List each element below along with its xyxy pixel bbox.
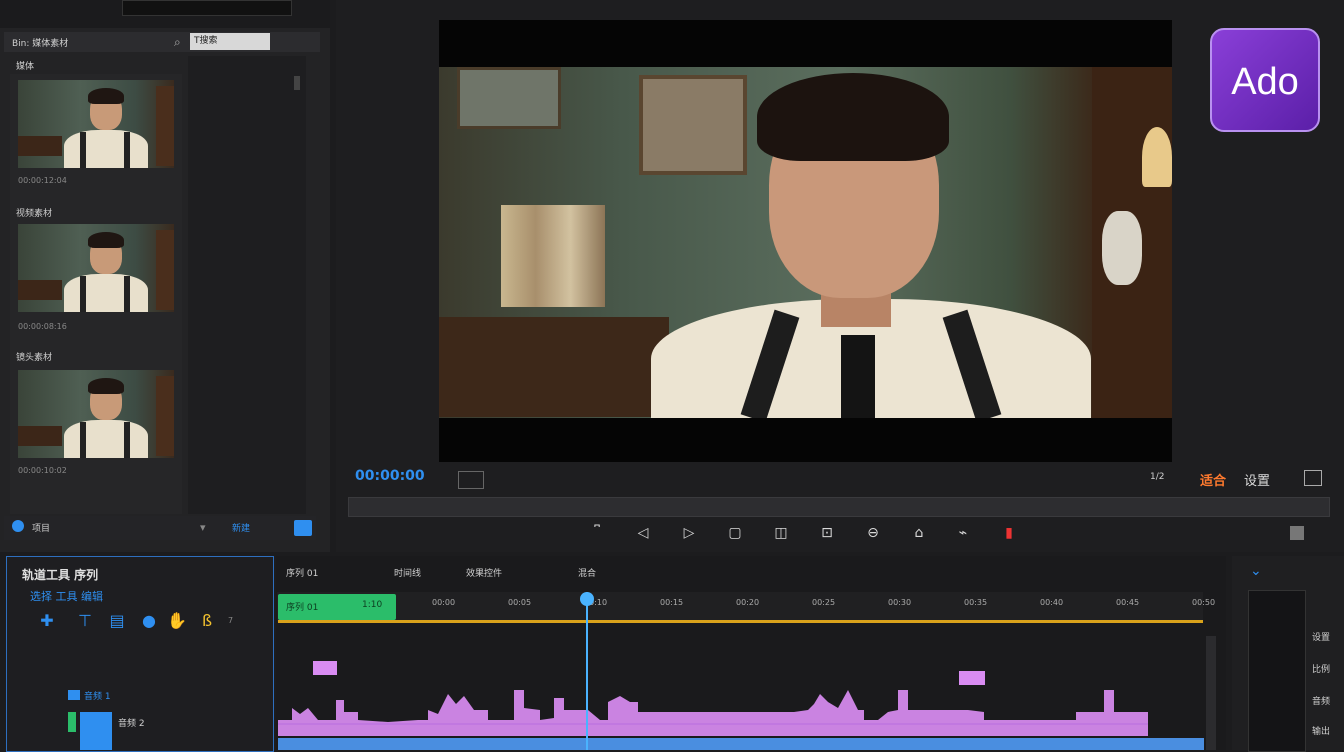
media-thumbnail[interactable]: [18, 370, 174, 458]
right-panel-label: 设置: [1312, 633, 1331, 643]
drop-icon[interactable]: ●: [138, 610, 160, 632]
track-count: 7: [228, 616, 234, 625]
zoom-fit-icon[interactable]: [458, 471, 484, 489]
fit-dropdown[interactable]: 适合: [1200, 470, 1226, 489]
search-icon[interactable]: ⌕: [174, 35, 181, 50]
clip-label: 序列 01: [286, 603, 319, 613]
media-panel-topbar: [0, 0, 330, 28]
audio-meter: [1248, 590, 1306, 752]
bin-scrollbar[interactable]: [294, 76, 300, 90]
text-tool-icon[interactable]: ß: [196, 610, 218, 632]
insert-icon[interactable]: ⊡: [818, 524, 836, 542]
step-back-icon[interactable]: ◁: [634, 524, 652, 542]
audio-waveform: [278, 690, 1148, 736]
ruler-mark: 00:40: [1040, 598, 1064, 607]
viewer-scrubber[interactable]: [348, 497, 1330, 517]
media-label: 视频素材: [16, 209, 53, 219]
overwrite-icon[interactable]: ⊖: [864, 524, 882, 542]
ruler-mark: 00:00: [432, 598, 456, 607]
playhead[interactable]: [586, 592, 588, 750]
new-item-button[interactable]: 新建: [232, 521, 250, 534]
media-label: 镜头素材: [16, 353, 53, 363]
ruler-mark: 00:15: [660, 598, 684, 607]
timeline-tab[interactable]: 混合: [578, 566, 596, 579]
bin-detail-column: [188, 56, 306, 514]
collapse-icon[interactable]: ⌄: [1250, 563, 1262, 579]
new-bin-button[interactable]: [294, 520, 312, 536]
work-area-bar[interactable]: [278, 620, 1203, 623]
timeline-tab[interactable]: 序列 01: [286, 566, 318, 579]
timeline-ruler[interactable]: [277, 592, 1203, 622]
audio-clip[interactable]: [313, 661, 337, 675]
project-icon[interactable]: [12, 520, 24, 532]
lift-icon[interactable]: ⌂: [910, 524, 928, 542]
ruler-mark: 00:25: [812, 598, 836, 607]
right-panel-label: 比例: [1312, 665, 1331, 675]
search-input[interactable]: T搜索: [190, 33, 270, 50]
right-panel-label: 音频: [1312, 697, 1331, 707]
track-meter: [68, 712, 76, 732]
play-icon[interactable]: ▷: [680, 524, 698, 542]
brand-badge: Ado: [1210, 28, 1320, 132]
audio-track-icon: [68, 690, 80, 700]
chevron-down-icon[interactable]: ▾: [200, 521, 206, 534]
timeline-scrollbar[interactable]: [1206, 636, 1216, 750]
export-frame-icon[interactable]: ▮: [1000, 524, 1018, 542]
tools-panel-title: 轨道工具 序列: [22, 568, 99, 582]
media-thumbnail[interactable]: [18, 80, 174, 168]
video-frame: [439, 67, 1172, 418]
tools-panel-subtitle: 选择 工具 编辑: [30, 590, 103, 603]
ruler-mark: 00:20: [736, 598, 760, 607]
ruler-mark: 00:30: [888, 598, 912, 607]
mark-in-icon[interactable]: ⎴: [588, 524, 606, 542]
playback-resolution[interactable]: 1/2: [1150, 472, 1164, 482]
audio-track-label: 音频 1: [84, 692, 111, 702]
top-input[interactable]: [122, 0, 292, 16]
add-icon[interactable]: ✚: [36, 610, 58, 632]
extract-icon[interactable]: ⌁: [954, 524, 972, 542]
camera-icon[interactable]: [1290, 526, 1304, 540]
export-icon[interactable]: [1304, 470, 1322, 486]
media-duration: 00:00:10:02: [18, 466, 67, 475]
media-duration: 00:00:08:16: [18, 322, 67, 331]
media-duration: 00:00:12:04: [18, 176, 67, 185]
track-select-button[interactable]: [80, 712, 112, 750]
bin-label: Bin: 媒体素材: [12, 39, 69, 49]
settings-button[interactable]: 设置: [1244, 470, 1270, 489]
video-clip[interactable]: 序列 01 1:10: [278, 594, 396, 620]
razor-tool-icon[interactable]: ▤: [106, 610, 128, 632]
audio-track-label: 音频 2: [118, 719, 145, 729]
playhead-timecode[interactable]: 00:00:00: [355, 468, 425, 484]
timeline-tab[interactable]: 时间线: [394, 566, 421, 579]
hand-tool-icon[interactable]: ✋: [166, 610, 188, 632]
right-panel-label: 输出: [1312, 727, 1331, 737]
clip-duration: 1:10: [362, 600, 383, 610]
loop-icon[interactable]: ◫: [772, 524, 790, 542]
media-thumbnail[interactable]: [18, 224, 174, 312]
ruler-mark: 00:35: [964, 598, 988, 607]
project-dropdown[interactable]: 项目: [32, 521, 50, 534]
ruler-mark: 00:45: [1116, 598, 1140, 607]
audio-clip[interactable]: [959, 671, 985, 685]
timeline-tab[interactable]: 效果控件: [466, 566, 502, 579]
media-panel-footer: 项目 ▾ 新建: [4, 516, 316, 540]
audio-track[interactable]: [278, 738, 1204, 750]
bin-search-row: Bin: 媒体素材 ⌕: [4, 32, 320, 52]
playhead-handle[interactable]: [580, 592, 594, 606]
ripple-tool-icon[interactable]: ⊤: [74, 610, 96, 632]
ruler-mark: 00:50: [1192, 598, 1216, 607]
ruler-mark: 00:05: [508, 598, 532, 607]
step-forward-icon[interactable]: ▢: [726, 524, 744, 542]
column-header-media: 媒体: [16, 62, 35, 72]
